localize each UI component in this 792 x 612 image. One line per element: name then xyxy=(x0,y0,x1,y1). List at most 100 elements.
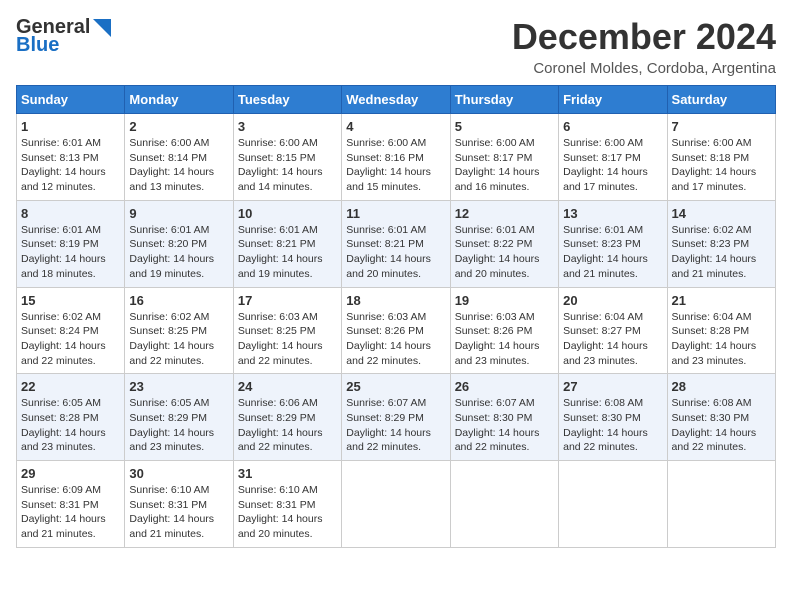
calendar-week-row: 22 Sunrise: 6:05 AM Sunset: 8:28 PM Dayl… xyxy=(17,374,776,461)
calendar-cell: 23 Sunrise: 6:05 AM Sunset: 8:29 PM Dayl… xyxy=(125,374,233,461)
day-number: 10 xyxy=(238,206,337,221)
day-of-week-header: Sunday xyxy=(17,86,125,114)
day-number: 8 xyxy=(21,206,120,221)
day-number: 4 xyxy=(346,119,445,134)
calendar-cell xyxy=(667,461,775,548)
day-info: Sunrise: 6:01 AM Sunset: 8:21 PM Dayligh… xyxy=(238,223,337,282)
day-number: 12 xyxy=(455,206,554,221)
day-of-week-header: Tuesday xyxy=(233,86,341,114)
day-number: 13 xyxy=(563,206,662,221)
logo: General Blue xyxy=(16,16,111,56)
day-info: Sunrise: 6:05 AM Sunset: 8:28 PM Dayligh… xyxy=(21,396,120,455)
calendar-cell: 4 Sunrise: 6:00 AM Sunset: 8:16 PM Dayli… xyxy=(342,114,450,201)
day-number: 14 xyxy=(672,206,771,221)
calendar-cell: 7 Sunrise: 6:00 AM Sunset: 8:18 PM Dayli… xyxy=(667,114,775,201)
calendar-header-row: SundayMondayTuesdayWednesdayThursdayFrid… xyxy=(17,86,776,114)
day-info: Sunrise: 6:00 AM Sunset: 8:18 PM Dayligh… xyxy=(672,136,771,195)
day-info: Sunrise: 6:01 AM Sunset: 8:21 PM Dayligh… xyxy=(346,223,445,282)
calendar-cell: 9 Sunrise: 6:01 AM Sunset: 8:20 PM Dayli… xyxy=(125,200,233,287)
day-number: 20 xyxy=(563,293,662,308)
day-of-week-header: Monday xyxy=(125,86,233,114)
day-info: Sunrise: 6:00 AM Sunset: 8:14 PM Dayligh… xyxy=(129,136,228,195)
day-of-week-header: Saturday xyxy=(667,86,775,114)
day-info: Sunrise: 6:02 AM Sunset: 8:25 PM Dayligh… xyxy=(129,310,228,369)
calendar-cell: 20 Sunrise: 6:04 AM Sunset: 8:27 PM Dayl… xyxy=(559,287,667,374)
day-number: 21 xyxy=(672,293,771,308)
calendar-cell: 24 Sunrise: 6:06 AM Sunset: 8:29 PM Dayl… xyxy=(233,374,341,461)
day-info: Sunrise: 6:09 AM Sunset: 8:31 PM Dayligh… xyxy=(21,483,120,542)
calendar-cell: 27 Sunrise: 6:08 AM Sunset: 8:30 PM Dayl… xyxy=(559,374,667,461)
day-info: Sunrise: 6:01 AM Sunset: 8:20 PM Dayligh… xyxy=(129,223,228,282)
calendar-cell: 17 Sunrise: 6:03 AM Sunset: 8:25 PM Dayl… xyxy=(233,287,341,374)
calendar-week-row: 8 Sunrise: 6:01 AM Sunset: 8:19 PM Dayli… xyxy=(17,200,776,287)
day-info: Sunrise: 6:00 AM Sunset: 8:17 PM Dayligh… xyxy=(455,136,554,195)
calendar-cell: 21 Sunrise: 6:04 AM Sunset: 8:28 PM Dayl… xyxy=(667,287,775,374)
day-number: 11 xyxy=(346,206,445,221)
calendar-cell: 2 Sunrise: 6:00 AM Sunset: 8:14 PM Dayli… xyxy=(125,114,233,201)
page-header: General Blue December 2024 Coronel Molde… xyxy=(16,16,776,77)
day-info: Sunrise: 6:01 AM Sunset: 8:19 PM Dayligh… xyxy=(21,223,120,282)
day-number: 24 xyxy=(238,379,337,394)
calendar-cell: 1 Sunrise: 6:01 AM Sunset: 8:13 PM Dayli… xyxy=(17,114,125,201)
day-number: 7 xyxy=(672,119,771,134)
calendar-cell: 25 Sunrise: 6:07 AM Sunset: 8:29 PM Dayl… xyxy=(342,374,450,461)
location-subtitle: Coronel Moldes, Cordoba, Argentina xyxy=(512,60,776,77)
calendar-week-row: 1 Sunrise: 6:01 AM Sunset: 8:13 PM Dayli… xyxy=(17,114,776,201)
calendar-cell: 18 Sunrise: 6:03 AM Sunset: 8:26 PM Dayl… xyxy=(342,287,450,374)
day-number: 3 xyxy=(238,119,337,134)
calendar-table: SundayMondayTuesdayWednesdayThursdayFrid… xyxy=(16,85,776,548)
day-number: 25 xyxy=(346,379,445,394)
day-number: 31 xyxy=(238,466,337,481)
day-number: 28 xyxy=(672,379,771,394)
day-info: Sunrise: 6:07 AM Sunset: 8:29 PM Dayligh… xyxy=(346,396,445,455)
day-info: Sunrise: 6:00 AM Sunset: 8:16 PM Dayligh… xyxy=(346,136,445,195)
calendar-cell xyxy=(559,461,667,548)
calendar-cell: 6 Sunrise: 6:00 AM Sunset: 8:17 PM Dayli… xyxy=(559,114,667,201)
day-info: Sunrise: 6:03 AM Sunset: 8:26 PM Dayligh… xyxy=(455,310,554,369)
day-number: 19 xyxy=(455,293,554,308)
calendar-cell: 14 Sunrise: 6:02 AM Sunset: 8:23 PM Dayl… xyxy=(667,200,775,287)
day-number: 22 xyxy=(21,379,120,394)
day-info: Sunrise: 6:08 AM Sunset: 8:30 PM Dayligh… xyxy=(672,396,771,455)
day-number: 15 xyxy=(21,293,120,308)
calendar-cell: 5 Sunrise: 6:00 AM Sunset: 8:17 PM Dayli… xyxy=(450,114,558,201)
calendar-cell: 13 Sunrise: 6:01 AM Sunset: 8:23 PM Dayl… xyxy=(559,200,667,287)
day-info: Sunrise: 6:07 AM Sunset: 8:30 PM Dayligh… xyxy=(455,396,554,455)
calendar-cell: 8 Sunrise: 6:01 AM Sunset: 8:19 PM Dayli… xyxy=(17,200,125,287)
day-info: Sunrise: 6:03 AM Sunset: 8:25 PM Dayligh… xyxy=(238,310,337,369)
day-of-week-header: Friday xyxy=(559,86,667,114)
day-number: 2 xyxy=(129,119,228,134)
day-number: 23 xyxy=(129,379,228,394)
day-info: Sunrise: 6:02 AM Sunset: 8:24 PM Dayligh… xyxy=(21,310,120,369)
day-number: 9 xyxy=(129,206,228,221)
day-of-week-header: Wednesday xyxy=(342,86,450,114)
calendar-cell: 31 Sunrise: 6:10 AM Sunset: 8:31 PM Dayl… xyxy=(233,461,341,548)
day-info: Sunrise: 6:06 AM Sunset: 8:29 PM Dayligh… xyxy=(238,396,337,455)
day-info: Sunrise: 6:04 AM Sunset: 8:27 PM Dayligh… xyxy=(563,310,662,369)
calendar-cell: 22 Sunrise: 6:05 AM Sunset: 8:28 PM Dayl… xyxy=(17,374,125,461)
day-number: 5 xyxy=(455,119,554,134)
day-info: Sunrise: 6:05 AM Sunset: 8:29 PM Dayligh… xyxy=(129,396,228,455)
calendar-cell xyxy=(450,461,558,548)
day-number: 29 xyxy=(21,466,120,481)
calendar-cell: 15 Sunrise: 6:02 AM Sunset: 8:24 PM Dayl… xyxy=(17,287,125,374)
day-info: Sunrise: 6:00 AM Sunset: 8:15 PM Dayligh… xyxy=(238,136,337,195)
calendar-cell xyxy=(342,461,450,548)
day-of-week-header: Thursday xyxy=(450,86,558,114)
day-info: Sunrise: 6:04 AM Sunset: 8:28 PM Dayligh… xyxy=(672,310,771,369)
day-info: Sunrise: 6:10 AM Sunset: 8:31 PM Dayligh… xyxy=(238,483,337,542)
calendar-cell: 12 Sunrise: 6:01 AM Sunset: 8:22 PM Dayl… xyxy=(450,200,558,287)
day-info: Sunrise: 6:01 AM Sunset: 8:23 PM Dayligh… xyxy=(563,223,662,282)
month-title: December 2024 xyxy=(512,16,776,58)
calendar-week-row: 15 Sunrise: 6:02 AM Sunset: 8:24 PM Dayl… xyxy=(17,287,776,374)
calendar-cell: 3 Sunrise: 6:00 AM Sunset: 8:15 PM Dayli… xyxy=(233,114,341,201)
calendar-cell: 26 Sunrise: 6:07 AM Sunset: 8:30 PM Dayl… xyxy=(450,374,558,461)
day-info: Sunrise: 6:03 AM Sunset: 8:26 PM Dayligh… xyxy=(346,310,445,369)
day-number: 27 xyxy=(563,379,662,394)
day-number: 18 xyxy=(346,293,445,308)
calendar-cell: 30 Sunrise: 6:10 AM Sunset: 8:31 PM Dayl… xyxy=(125,461,233,548)
calendar-cell: 28 Sunrise: 6:08 AM Sunset: 8:30 PM Dayl… xyxy=(667,374,775,461)
calendar-week-row: 29 Sunrise: 6:09 AM Sunset: 8:31 PM Dayl… xyxy=(17,461,776,548)
calendar-cell: 19 Sunrise: 6:03 AM Sunset: 8:26 PM Dayl… xyxy=(450,287,558,374)
day-number: 6 xyxy=(563,119,662,134)
